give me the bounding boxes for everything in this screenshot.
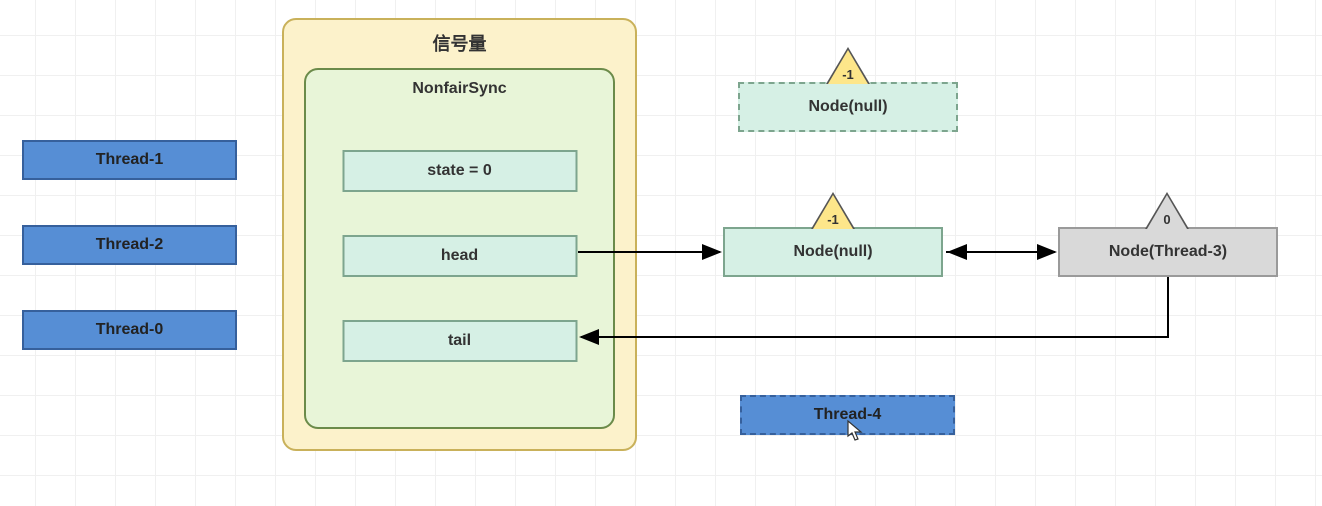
thread-1-box: Thread-1	[22, 140, 237, 180]
thread-1-label: Thread-1	[96, 151, 164, 169]
node-null-head: Node(null)	[723, 227, 943, 277]
tail-field: tail	[342, 320, 577, 362]
nonfair-sync-box: NonfairSync state = 0 head tail	[304, 68, 615, 429]
node-thread3: Node(Thread-3)	[1058, 227, 1278, 277]
mouse-cursor-icon	[847, 420, 863, 442]
thread-2-box: Thread-2	[22, 225, 237, 265]
nonfair-sync-title: NonfairSync	[306, 80, 613, 98]
semaphore-title: 信号量	[284, 30, 635, 56]
thread-0-box: Thread-0	[22, 310, 237, 350]
wait-status-thread3: 0	[1152, 212, 1182, 227]
head-label: head	[441, 247, 478, 265]
wait-status-dashed: -1	[833, 67, 863, 82]
state-field: state = 0	[342, 150, 577, 192]
node-null-head-label: Node(null)	[793, 243, 872, 261]
semaphore-container: 信号量 NonfairSync state = 0 head tail	[282, 18, 637, 451]
thread-2-label: Thread-2	[96, 236, 164, 254]
diagram-canvas: Thread-1 Thread-2 Thread-0 信号量 NonfairSy…	[0, 0, 1322, 506]
node-null-dashed: Node(null)	[738, 82, 958, 132]
head-field: head	[342, 235, 577, 277]
arrow-tail-to-thread3	[581, 277, 1168, 337]
node-thread3-label: Node(Thread-3)	[1109, 243, 1227, 261]
tail-label: tail	[448, 332, 471, 350]
thread-0-label: Thread-0	[96, 321, 164, 339]
node-null-dashed-label: Node(null)	[808, 98, 887, 116]
wait-status-head: -1	[818, 212, 848, 227]
state-label: state = 0	[427, 162, 491, 180]
